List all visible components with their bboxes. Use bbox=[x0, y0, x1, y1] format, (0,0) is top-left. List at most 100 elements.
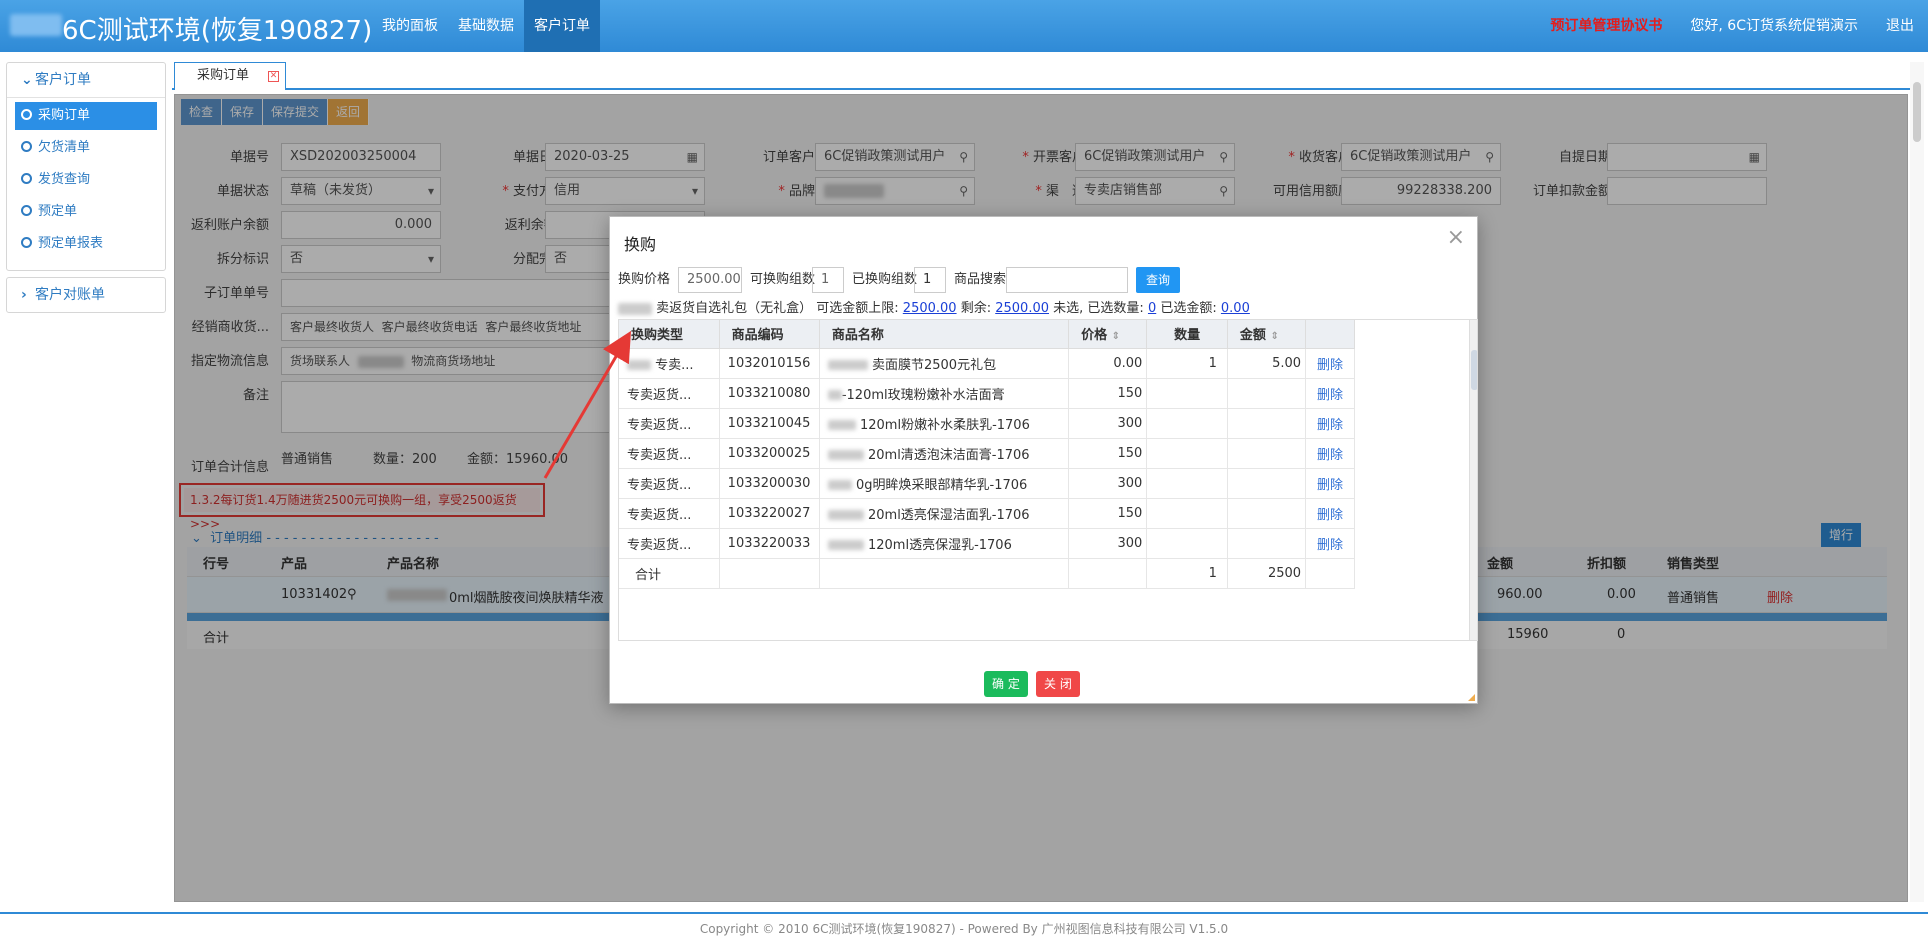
cell-qty[interactable] bbox=[1146, 408, 1228, 439]
table-row[interactable]: 专卖返货... 1033200030 0g明眸焕采眼部精华乳-1706 300 … bbox=[619, 468, 1355, 499]
top-right: 预订单管理协议书 您好, 6C订货系统促销演示 退出 bbox=[1550, 0, 1914, 52]
cell-qty[interactable] bbox=[1146, 378, 1228, 409]
sort-icon[interactable]: ⇕ bbox=[1112, 331, 1120, 342]
limit-link[interactable]: 2500.00 bbox=[903, 301, 957, 316]
chevron-down-icon: ⌄ bbox=[21, 72, 33, 88]
table-row[interactable]: 专卖返货... 1033220033 120ml透亮保湿乳-1706 300 删… bbox=[619, 528, 1355, 559]
tab-purchase-order[interactable]: 采购订单 ✕ bbox=[174, 62, 286, 90]
cell-qty[interactable] bbox=[1146, 438, 1228, 469]
cell-code: 1033200030 bbox=[719, 468, 820, 499]
redacted-value bbox=[827, 540, 864, 550]
query-button[interactable]: 查询 bbox=[1136, 267, 1180, 293]
exchange-modal: 换购 × 换购价格 2500.00 可换购组数 1 已换购组数 1 商品搜索 查… bbox=[609, 216, 1478, 704]
table-row[interactable]: 专卖... 1032010156 卖面膜节2500元礼包 0.00 1 5.00… bbox=[619, 348, 1355, 379]
cell-name: 0g明眸焕采眼部精华乳-1706 bbox=[819, 468, 1070, 499]
search-label: 商品搜索 bbox=[954, 272, 1007, 287]
cell-type: 专卖返货... bbox=[619, 408, 720, 439]
delete-link[interactable]: 删除 bbox=[1305, 438, 1355, 469]
sort-icon[interactable]: ⇕ bbox=[1270, 331, 1278, 342]
cell-amount bbox=[1227, 468, 1307, 499]
footer-text: Copyright © 2010 6C测试环境(恢复190827) - Powe… bbox=[699, 922, 1229, 936]
cell-type: 专卖返货... bbox=[619, 498, 720, 529]
nav-dashboard[interactable]: 我的面板 bbox=[372, 0, 448, 52]
agreement-link[interactable]: 预订单管理协议书 bbox=[1550, 0, 1662, 52]
cell-qty[interactable] bbox=[1146, 528, 1228, 559]
top-nav: 我的面板 基础数据 客户订单 bbox=[372, 0, 600, 52]
exchange-price-field: 2500.00 bbox=[678, 267, 742, 293]
delete-link[interactable]: 删除 bbox=[1305, 408, 1355, 439]
col-header-amount[interactable]: 金额 ⇕ bbox=[1227, 320, 1307, 349]
delete-link[interactable]: 删除 bbox=[1305, 498, 1355, 529]
close-icon[interactable]: × bbox=[1447, 225, 1465, 250]
table-row[interactable]: 专卖返货... 1033220027 20ml透亮保湿洁面乳-1706 150 … bbox=[619, 498, 1355, 529]
cell-amount bbox=[1227, 498, 1307, 529]
sidebar-item-shipping[interactable]: 发货查询 bbox=[15, 166, 157, 194]
table-row[interactable]: 专卖返货... 1033200025 20ml清透泡沫洁面膏-1706 150 … bbox=[619, 438, 1355, 469]
cell-price: 150 bbox=[1068, 498, 1148, 529]
table-row[interactable]: 专卖返货... 1033210080 -120ml玫瑰粉嫩补水洁面膏 150 删… bbox=[619, 378, 1355, 409]
sidebar-item-backorder[interactable]: 欠货清单 bbox=[15, 134, 157, 162]
cell-type-text: 专卖... bbox=[655, 357, 694, 373]
sidebar-group-header[interactable]: › 客户对账单 bbox=[7, 278, 165, 312]
sidebar-item-label: 欠货清单 bbox=[38, 140, 91, 155]
price-header-label: 价格 bbox=[1081, 328, 1108, 344]
cell-name: 20ml透亮保湿洁面乳-1706 bbox=[819, 498, 1070, 529]
page-scrollbar[interactable] bbox=[1910, 62, 1924, 902]
cell-type: 专卖返货... bbox=[619, 438, 720, 469]
cell-name: 120ml粉嫩补水柔肤乳-1706 bbox=[819, 408, 1070, 439]
selected-amt-link[interactable]: 0.00 bbox=[1221, 301, 1250, 316]
cell-price: 300 bbox=[1068, 468, 1148, 499]
redacted-value bbox=[827, 480, 852, 490]
cell-qty[interactable]: 1 bbox=[1146, 348, 1228, 379]
cell-qty[interactable] bbox=[1146, 468, 1228, 499]
cell-amount: 5.00 bbox=[1227, 348, 1307, 379]
sidebar-item-reservation[interactable]: 预定单 bbox=[15, 198, 157, 226]
remain-label: 剩余: bbox=[960, 301, 992, 316]
logout-link[interactable]: 退出 bbox=[1886, 0, 1914, 52]
amount-header-label: 金额 bbox=[1239, 328, 1266, 344]
cell-amount bbox=[1227, 378, 1307, 409]
table-total-row: 合计 1 2500 bbox=[619, 558, 1355, 589]
resize-handle[interactable] bbox=[1468, 694, 1475, 701]
table-row[interactable]: 专卖返货... 1033210045 120ml粉嫩补水柔肤乳-1706 300… bbox=[619, 408, 1355, 439]
close-button[interactable]: 关 闭 bbox=[1036, 671, 1080, 697]
sidebar-item-reservation-report[interactable]: 预定单报表 bbox=[15, 230, 157, 258]
tab-bar: 采购订单 ✕ bbox=[172, 60, 1920, 90]
nav-basic-data[interactable]: 基础数据 bbox=[448, 0, 524, 52]
delete-link[interactable]: 删除 bbox=[1305, 528, 1355, 559]
remain-link[interactable]: 2500.00 bbox=[995, 301, 1049, 316]
delete-link[interactable]: 删除 bbox=[1305, 348, 1355, 379]
top-bar: 6C测试环境(恢复190827) 我的面板 基础数据 客户订单 预订单管理协议书… bbox=[0, 0, 1928, 52]
nav-customer-orders[interactable]: 客户订单 bbox=[524, 0, 600, 52]
sidebar-item-purchase-order[interactable]: 采购订单 bbox=[15, 102, 157, 130]
confirm-button[interactable]: 确 定 bbox=[984, 671, 1028, 697]
cell-price: 150 bbox=[1068, 378, 1148, 409]
close-icon[interactable]: ✕ bbox=[268, 71, 279, 82]
col-header-exchange-type: 换购类型 bbox=[619, 320, 720, 349]
sidebar-group-header[interactable]: ⌄ 客户订单 bbox=[7, 63, 165, 97]
sidebar: ⌄ 客户订单 采购订单 欠货清单 发货查询 预定单 预定单报表 › 客户对账单 bbox=[6, 62, 166, 319]
col-header-price[interactable]: 价格 ⇕ bbox=[1068, 320, 1148, 349]
col-header-name: 商品名称 bbox=[819, 320, 1070, 349]
total-qty: 1 bbox=[1146, 558, 1228, 589]
bought-field[interactable]: 1 bbox=[914, 267, 946, 293]
cell-type: 专卖返货... bbox=[619, 378, 720, 409]
cell-name-text: 20ml清透泡沫洁面膏-1706 bbox=[867, 447, 1030, 463]
cell-qty[interactable] bbox=[1146, 498, 1228, 529]
cell-type: 专卖返货... bbox=[619, 468, 720, 499]
tab-label: 采购订单 bbox=[197, 68, 250, 83]
exchange-price-label: 换购价格 bbox=[618, 272, 671, 287]
product-search-input[interactable] bbox=[1006, 267, 1128, 293]
cell-code: 1032010156 bbox=[719, 348, 820, 379]
exchange-table: 换购类型 商品编码 商品名称 价格 ⇕ 数量 金额 ⇕ 专卖... 103201… bbox=[618, 319, 1478, 641]
delete-link[interactable]: 删除 bbox=[1305, 468, 1355, 499]
table-scrollbar[interactable] bbox=[1469, 320, 1477, 640]
selected-qty-link[interactable]: 0 bbox=[1148, 301, 1156, 316]
cell-amount bbox=[1227, 438, 1307, 469]
delete-link[interactable]: 删除 bbox=[1305, 378, 1355, 409]
selected-qty-label: 已选数量: bbox=[1087, 301, 1144, 316]
modal-title: 换购 bbox=[624, 235, 657, 254]
redacted-value bbox=[827, 390, 842, 400]
sidebar-group-orders: ⌄ 客户订单 采购订单 欠货清单 发货查询 预定单 预定单报表 bbox=[6, 62, 166, 271]
unselected-label: 未选, bbox=[1053, 301, 1084, 316]
